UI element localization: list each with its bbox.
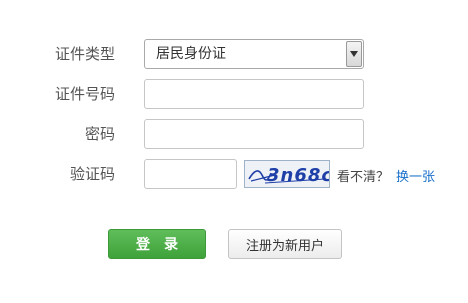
captcha-unclear-text: 看不清？: [337, 170, 390, 185]
captcha-image-text: 3n68c: [267, 165, 329, 186]
captcha-refresh-link[interactable]: 换一张: [396, 169, 435, 187]
id-type-label: 证件类型: [54, 45, 115, 63]
chevron-down-icon[interactable]: [346, 41, 362, 67]
id-number-label: 证件号码: [54, 85, 115, 103]
password-input[interactable]: [145, 120, 363, 148]
register-button[interactable]: 注册为新用户: [228, 229, 342, 259]
id-number-field-wrapper: [144, 79, 364, 109]
login-button[interactable]: 登录: [108, 229, 206, 259]
id-number-input[interactable]: [145, 80, 363, 108]
password-field-wrapper: [144, 119, 364, 149]
captcha-label: 验证码: [69, 165, 115, 183]
id-type-select[interactable]: 居民身份证: [144, 39, 364, 69]
id-type-selected-value: 居民身份证: [156, 46, 226, 62]
login-form: 证件类型 居民身份证 证件号码 密码 验证码 3n68c 看不清？ 换一张 登录…: [0, 0, 468, 303]
captcha-input[interactable]: [145, 160, 236, 188]
captcha-field-wrapper: [144, 159, 237, 189]
captcha-image[interactable]: 3n68c: [244, 160, 332, 188]
password-label: 密码: [84, 125, 115, 143]
